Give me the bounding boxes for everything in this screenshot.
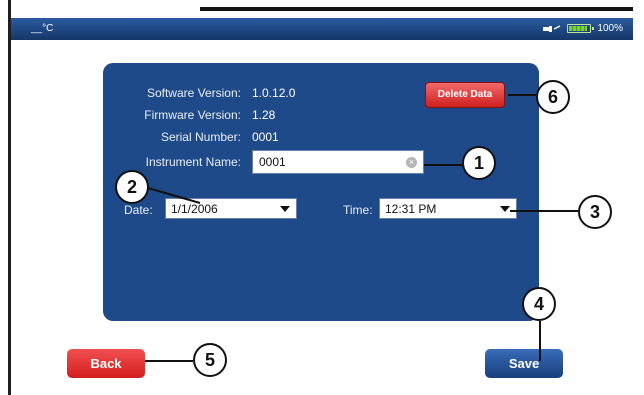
time-select[interactable]: 12:31 PM — [379, 198, 517, 219]
save-button[interactable]: Save — [485, 349, 563, 378]
date-select[interactable]: 1/1/2006 — [165, 198, 297, 219]
software-version-value: 1.0.12.0 — [252, 86, 296, 100]
date-label: Date: — [124, 203, 153, 217]
chevron-down-icon — [280, 206, 290, 212]
software-version-label: Software Version: — [146, 86, 241, 100]
serial-number-value: 0001 — [252, 130, 279, 144]
battery-percent: 100% — [597, 23, 623, 34]
instrument-name-value: 0001 — [259, 155, 286, 169]
callout-3: 3 — [578, 195, 612, 229]
clear-icon[interactable]: × — [406, 157, 417, 168]
device-settings-screen: __°C 100% Software Version: 1.0.12.0 Fir… — [0, 0, 644, 395]
firmware-version-label: Firmware Version: — [144, 108, 241, 122]
time-label: Time: — [343, 203, 373, 217]
status-bar: __°C 100% — [11, 18, 633, 40]
callout-2: 2 — [115, 170, 149, 204]
callout-6: 6 — [536, 80, 570, 114]
serial-number-label: Serial Number: — [160, 130, 241, 144]
battery-icon — [567, 24, 595, 33]
date-value: 1/1/2006 — [171, 202, 218, 216]
back-button[interactable]: Back — [67, 349, 145, 378]
callout-4: 4 — [522, 287, 556, 321]
callout-1: 1 — [462, 146, 496, 180]
plug-icon — [543, 24, 561, 34]
screen-top-edge — [200, 7, 633, 11]
callout-5: 5 — [193, 343, 227, 377]
status-indicators: 100% — [543, 23, 623, 34]
delete-data-button[interactable]: Delete Data — [425, 82, 505, 108]
chevron-down-icon — [500, 206, 510, 212]
temperature-unit: __°C — [31, 23, 54, 34]
time-value: 12:31 PM — [385, 202, 437, 216]
firmware-version-value: 1.28 — [252, 108, 276, 122]
instrument-name-label: Instrument Name: — [145, 155, 241, 169]
instrument-name-input[interactable]: 0001 × — [252, 150, 424, 174]
frame-border — [8, 0, 11, 395]
